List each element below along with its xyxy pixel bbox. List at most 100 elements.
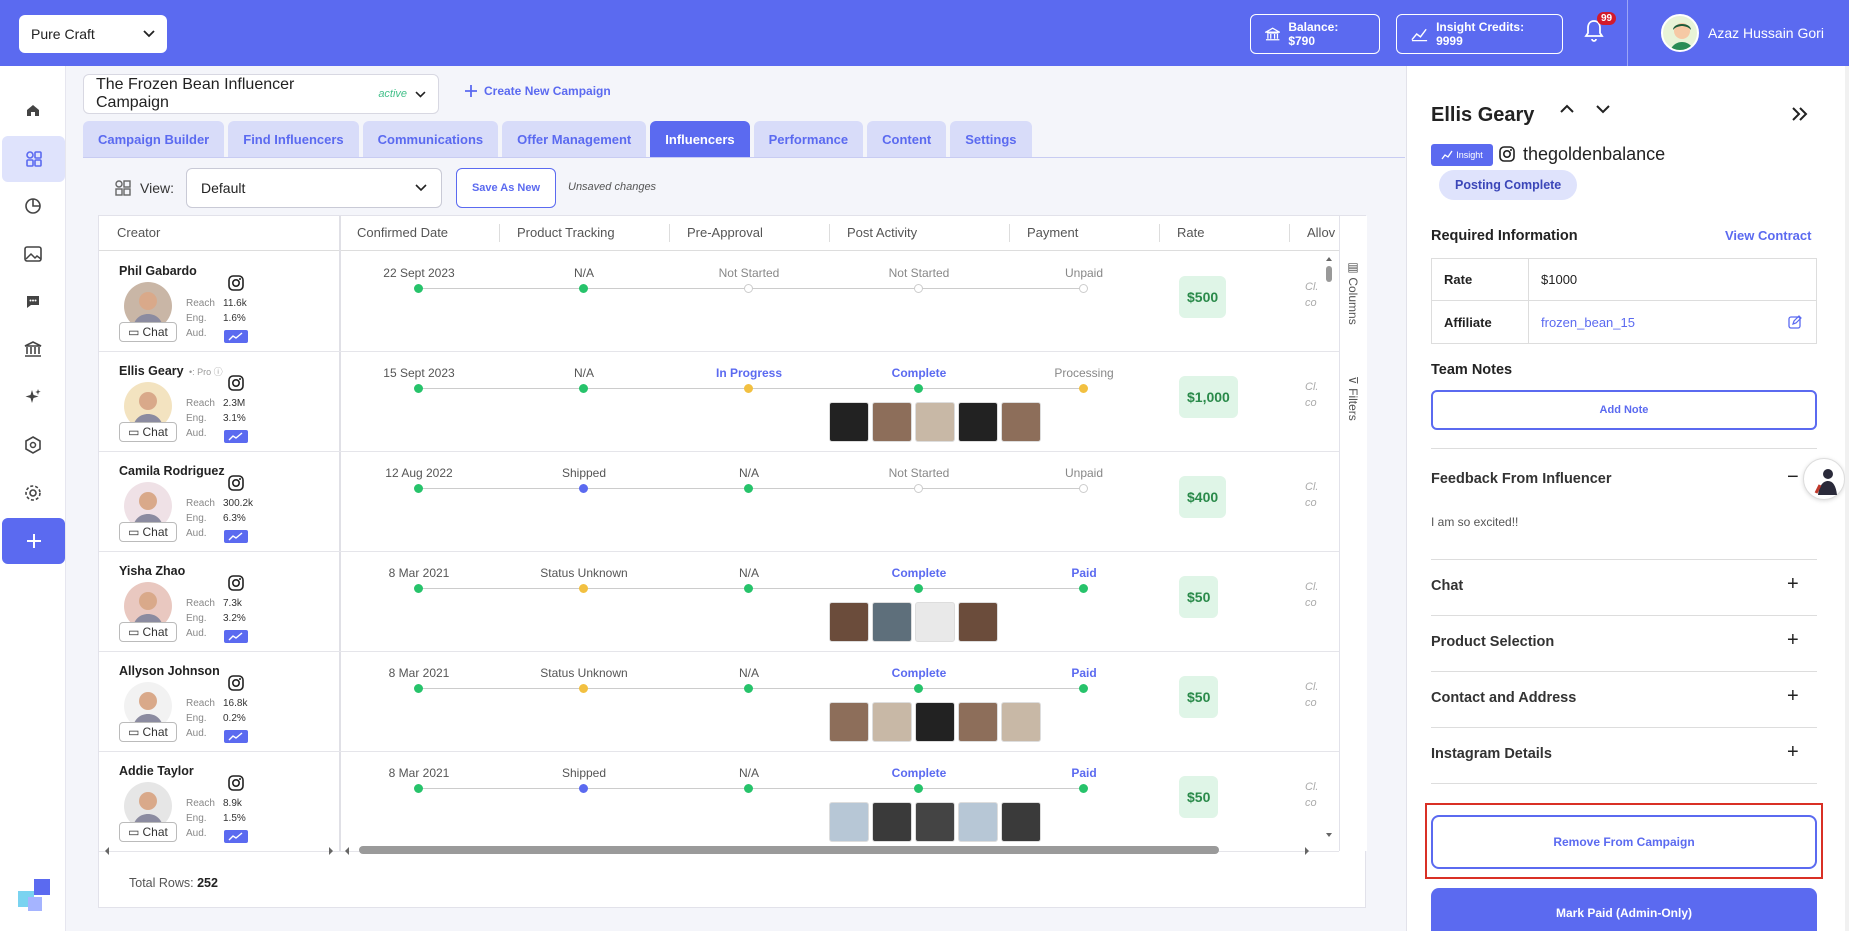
post-thumbnail[interactable] [958, 802, 998, 842]
contact-address-section-title[interactable]: Contact and Address [1431, 690, 1576, 706]
product-selection-section-title[interactable]: Product Selection [1431, 634, 1554, 650]
pre-approval-status[interactable]: N/A [689, 566, 809, 580]
horizontal-scroll-thumb[interactable] [359, 846, 1219, 854]
tracking-status[interactable]: Shipped [524, 766, 644, 780]
nav-analytics[interactable] [0, 183, 66, 229]
expand-icon[interactable]: + [1787, 741, 1799, 764]
save-as-new-button[interactable]: Save As New [456, 168, 556, 208]
collapse-panel-icon[interactable] [1791, 106, 1809, 122]
audience-chart-icon[interactable] [224, 830, 248, 843]
instagram-icon[interactable] [228, 275, 244, 291]
expand-icon[interactable]: + [1787, 685, 1799, 708]
campaign-select[interactable]: The Frozen Bean Influencer Campaign acti… [83, 74, 439, 114]
chat-button[interactable]: ▭ Chat [119, 422, 177, 442]
table-row[interactable]: Camila Rodriguez Reach Eng. Aud. 300.2k … [99, 452, 1339, 552]
post-thumbnail[interactable] [958, 602, 998, 642]
insight-badge[interactable]: Insight [1431, 144, 1493, 166]
post-thumbnail[interactable] [915, 802, 955, 842]
instagram-icon[interactable] [228, 775, 244, 791]
nav-campaigns[interactable] [2, 136, 65, 182]
col-creator[interactable]: Creator [117, 216, 160, 250]
post-thumbnail[interactable] [829, 802, 869, 842]
post-thumbnail[interactable] [915, 602, 955, 642]
post-thumbnail[interactable] [872, 802, 912, 842]
post-status[interactable]: Complete [859, 666, 979, 680]
affiliate-value[interactable]: frozen_bean_15 [1529, 301, 1816, 343]
payment-status[interactable]: Paid [1024, 766, 1144, 780]
post-thumbnail[interactable] [915, 702, 955, 742]
tracking-status[interactable]: N/A [524, 366, 644, 380]
chevron-up-icon[interactable] [1559, 104, 1575, 114]
col-rate[interactable]: Rate [1177, 216, 1204, 250]
chat-button[interactable]: ▭ Chat [119, 522, 177, 542]
instagram-details-section-title[interactable]: Instagram Details [1431, 746, 1552, 762]
tab-settings[interactable]: Settings [950, 121, 1032, 157]
table-row[interactable]: Ellis Geary •: Pro ⓘ Reach Eng. Aud. 2.3M… [99, 352, 1339, 452]
post-thumbnail[interactable] [872, 602, 912, 642]
nav-media[interactable] [0, 231, 66, 277]
payment-status[interactable]: Paid [1024, 666, 1144, 680]
scroll-left-icon[interactable] [103, 846, 111, 856]
tracking-status[interactable]: Status Unknown [524, 566, 644, 580]
instagram-icon[interactable] [228, 575, 244, 591]
horizontal-scrollbar[interactable] [343, 845, 1313, 855]
columns-toggle[interactable]: ▤ Columns [1346, 260, 1360, 325]
col-post-activity[interactable]: Post Activity [847, 216, 917, 250]
pre-approval-status[interactable]: In Progress [689, 366, 809, 380]
post-thumbnail[interactable] [1001, 402, 1041, 442]
audience-chart-icon[interactable] [224, 530, 248, 543]
nav-add-button[interactable] [2, 518, 65, 564]
panel-scrollbar[interactable] [1845, 66, 1849, 931]
post-status[interactable]: Complete [859, 366, 979, 380]
create-campaign-link[interactable]: Create New Campaign [464, 84, 611, 98]
post-thumbnail[interactable] [915, 402, 955, 442]
table-row[interactable]: Phil Gabardo Reach Eng. Aud. 11.6k 1.6% ▭… [99, 252, 1339, 352]
tab-content[interactable]: Content [867, 121, 947, 157]
vertical-scrollbar[interactable] [1323, 252, 1335, 842]
insight-credits-button[interactable]: Insight Credits: 9999 [1396, 14, 1563, 54]
view-contract-link[interactable]: View Contract [1725, 228, 1811, 243]
mark-paid-button[interactable]: Mark Paid (Admin-Only) [1431, 888, 1817, 931]
pre-approval-status[interactable]: N/A [689, 466, 809, 480]
feedback-section-title[interactable]: Feedback From Influencer [1431, 471, 1612, 487]
rate-value[interactable]: $1000 [1529, 259, 1816, 300]
scroll-left-icon[interactable] [343, 846, 351, 856]
remove-from-campaign-button[interactable]: Remove From Campaign [1431, 815, 1817, 869]
brand-select[interactable]: Pure Craft [19, 15, 167, 53]
tab-campaign-builder[interactable]: Campaign Builder [83, 121, 225, 157]
tracking-status[interactable]: Status Unknown [524, 666, 644, 680]
user-avatar[interactable] [1661, 14, 1699, 52]
influencer-handle[interactable]: thegoldenbalance [1523, 144, 1665, 165]
chat-button[interactable]: ▭ Chat [119, 622, 177, 642]
post-thumbnail[interactable] [829, 702, 869, 742]
post-thumbnail[interactable] [958, 702, 998, 742]
tracking-status[interactable]: Shipped [524, 466, 644, 480]
creator-name[interactable]: Addie Taylor [119, 764, 194, 778]
post-status[interactable]: Complete [859, 566, 979, 580]
payment-status[interactable]: Processing [1024, 366, 1144, 380]
tab-performance[interactable]: Performance [753, 121, 864, 157]
tab-communications[interactable]: Communications [362, 121, 499, 157]
col-payment[interactable]: Payment [1027, 216, 1078, 250]
instagram-icon[interactable] [228, 475, 244, 491]
user-name[interactable]: Azaz Hussain Gori [1708, 25, 1824, 41]
table-row[interactable]: Addie Taylor Reach Eng. Aud. 8.9k 1.5% ▭ C… [99, 752, 1339, 852]
pre-approval-status[interactable]: Not Started [689, 266, 809, 280]
tab-influencers[interactable]: Influencers [650, 121, 750, 157]
scroll-right-icon[interactable] [1303, 846, 1311, 856]
tab-find-influencers[interactable]: Find Influencers [228, 121, 359, 157]
pre-approval-status[interactable]: N/A [689, 666, 809, 680]
filters-toggle[interactable]: ⊽ Filters [1346, 376, 1360, 421]
support-avatar[interactable] [1803, 458, 1845, 500]
payment-status[interactable]: Paid [1024, 566, 1144, 580]
table-row[interactable]: Allyson Johnson Reach Eng. Aud. 16.8k 0.… [99, 652, 1339, 752]
creator-name[interactable]: Yisha Zhao [119, 564, 185, 578]
nav-settings[interactable] [0, 470, 66, 516]
payment-status[interactable]: Unpaid [1024, 266, 1144, 280]
nav-ai[interactable] [0, 374, 66, 420]
nav-payments[interactable] [0, 326, 66, 372]
col-product-tracking[interactable]: Product Tracking [517, 216, 615, 250]
creator-name[interactable]: Allyson Johnson [119, 664, 220, 678]
col-confirmed-date[interactable]: Confirmed Date [357, 216, 448, 250]
post-status[interactable]: Not Started [859, 466, 979, 480]
